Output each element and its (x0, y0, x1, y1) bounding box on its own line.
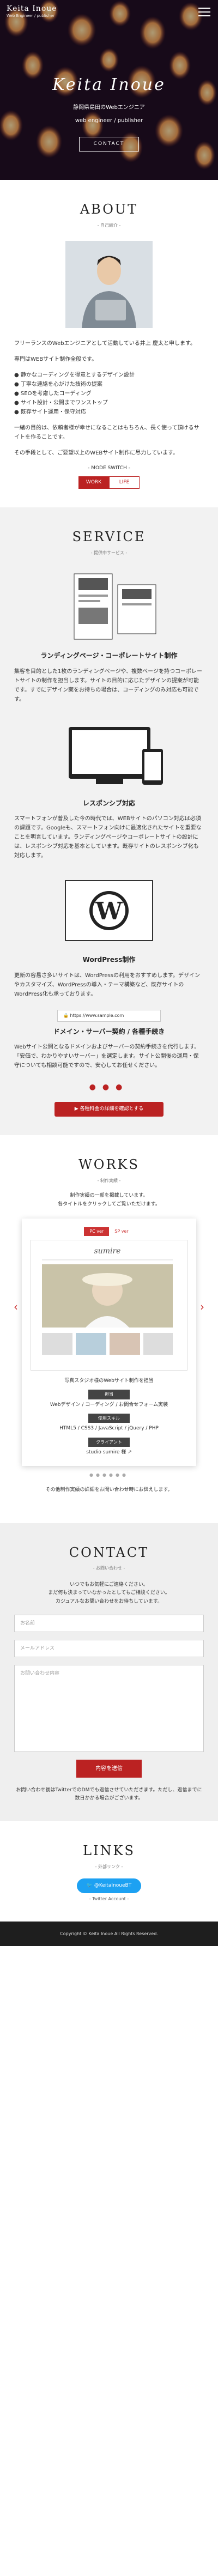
chevron-left-icon[interactable]: ‹ (12, 1300, 20, 1313)
links-title: LINKS (83, 1843, 135, 1859)
contact-section: CONTACT - お問い合わせ - いつでもお気軽にご連絡ください。まだ何も決… (0, 1523, 218, 1822)
service-heading-domain: ドメイン・サーバー契約 / 各種手続き (53, 1027, 165, 1035)
works-intro-1: 制作実績の一部を掲載しています。 (70, 1193, 148, 1199)
works-intro-2: 各タイトルをクリックしてご覧いただけます。 (58, 1201, 160, 1207)
list-item: ● SEOを考慮したコーディング (14, 391, 92, 397)
work-skill-text: HTML5 / CSS3 / JavaScript / jQuery / PHP (59, 1426, 159, 1432)
twitter-button[interactable]: 🐦 @KeitaInoueBT (76, 1878, 142, 1894)
contact-line-1: いつでもお気軽にご連絡ください。 (70, 1581, 148, 1587)
about-section: ABOUT - 自己紹介 - フリーランスのWebエンジニアとして活動している井… (0, 180, 218, 507)
links-subtitle: - 外部リンク - (95, 1864, 123, 1870)
mode-work-button[interactable]: WORK (78, 476, 109, 489)
list-item: ● 既存サイト運用・保守対応 (14, 409, 86, 416)
about-goal: 一緒の目的は、依頼者様が幸せになることはもちろん、長く使って頂けるサイトを作るこ… (14, 425, 199, 441)
external-link-icon: ↗ (128, 1450, 132, 1456)
links-section: LINKS - 外部リンク - 🐦 @KeitaInoueBT - Twitte… (0, 1821, 218, 1921)
name-field[interactable]: お名前 (14, 1614, 204, 1632)
about-strengths-list: ● 静かなコーディングを得意とするデザイン設計 ● 丁寧な連絡を心がけた技術の提… (14, 371, 204, 417)
site-brand-sub: Web Engineer / publisher (7, 13, 55, 18)
site-header: Keita Inoue Web Engineer / publisher (0, 0, 218, 28)
contact-title: CONTACT (69, 1544, 149, 1560)
send-button[interactable]: 内容を送信 (76, 1759, 142, 1778)
contact-note: お問い合わせ後はTwitterでのDMでも返信させていただきます。ただし、返信ま… (16, 1787, 202, 1802)
mode-life-button[interactable]: LIFE (109, 476, 140, 489)
twitter-icon: 🐦 (86, 1882, 94, 1888)
twitter-handle: @KeitaInoueBT (94, 1882, 132, 1888)
copyright: Copyright © Keita Inoue All Rights Reser… (60, 1931, 158, 1936)
url-sample-text: https://www.sample.com (70, 1013, 124, 1018)
contact-line-3: カジュアルなお問い合わせをお待ちしています。 (56, 1598, 162, 1604)
svg-text:W: W (95, 898, 123, 925)
work-client-name: studio sumire 様 (86, 1450, 126, 1456)
mode-switch: WORK LIFE (14, 476, 204, 489)
work-skill-tag: 使用スキル (88, 1413, 130, 1423)
profile-photo (65, 241, 153, 329)
email-field[interactable]: メールアドレス (14, 1639, 204, 1657)
mock-logo: sumire (94, 1247, 121, 1256)
works-note: その他制作実績の詳細をお問い合わせ時にお伝えします。 (45, 1487, 173, 1493)
work-screenshot[interactable]: sumire (31, 1239, 187, 1371)
footer: Copyright © Keita Inoue All Rights Reser… (0, 1921, 218, 1947)
contact-line-2: まだ何も決まっていなかったとしてもご相談ください。 (48, 1590, 170, 1596)
about-intro: フリーランスのWebエンジニアとして活動している井上 慶太と申します。 (14, 341, 196, 347)
works-section: WORKS - 制作実績 - 制作実績の一部を掲載しています。各タイトルをクリッ… (0, 1135, 218, 1523)
contact-subtitle: - お問い合わせ - (93, 1566, 125, 1571)
service-section: SERVICE - 提供中サービス - ランディングページ・コーポレートサイト制… (0, 507, 218, 1136)
work-client-tag: クライアント (88, 1437, 130, 1447)
service-text-wordpress: 更新の容易さ多いサイトは、WordPressの利用をおすすめします。デザインやカ… (14, 972, 201, 997)
hero-title: Keita Inoue (52, 75, 166, 94)
menu-icon[interactable] (198, 8, 210, 16)
about-specialty: 専門はWEBサイト制作全般です。 (14, 356, 98, 363)
tab-sp[interactable]: SP ver (109, 1227, 134, 1236)
service-heading-wordpress: WordPress制作 (82, 956, 136, 964)
twitter-caption: - Twitter Account - (89, 1896, 129, 1902)
hero-contact-button[interactable]: CONTACT (78, 137, 140, 152)
about-subtitle: - 自己紹介 - (97, 222, 121, 228)
about-title: ABOUT (80, 202, 138, 217)
work-client-text[interactable]: studio sumire 様 ↗ (31, 1448, 187, 1457)
hero-catch-jp: 静岡県島田のWebエンジニア (73, 105, 145, 111)
service-text-lp: 集客を目的とした1枚のランディングページや、複数ページを持つコーポレートサイトの… (14, 668, 202, 702)
works-subtitle: - 制作実績 - (97, 1178, 121, 1183)
list-item: ● サイト設計・公開までワンストップ (14, 400, 108, 407)
service-text-responsive: スマートフォンが普及した今の時代では、WEBサイトのパソコン対応は必須の課題です… (14, 816, 202, 859)
list-item: ● 丁寧な連絡を心がけた技術の提案 (14, 381, 102, 388)
service-price-button[interactable]: ▶ 各種料金の詳細を確認とする (55, 1101, 164, 1117)
list-item: ● 静かなコーディングを得意とするデザイン設計 (14, 372, 135, 379)
dots-divider: ●●● (89, 1082, 129, 1092)
works-title: WORKS (78, 1157, 140, 1173)
responsive-illustration-icon (14, 716, 204, 792)
lp-illustration-icon (14, 568, 204, 645)
about-method: その手段として、ご要望以上のWEBサイト制作に尽力しています。 (14, 450, 178, 457)
works-slider: ‹ › PC ver SP ver sumire 写真スタジオ様のWebサイト制… (14, 1219, 204, 1478)
lock-icon: 🔒 (63, 1013, 70, 1018)
service-title: SERVICE (72, 529, 146, 544)
work-role-tag: 担当 (88, 1390, 130, 1399)
work-role-text: Webデザイン / コーディング / お問合せフォーム実装 (50, 1402, 168, 1408)
slider-pager[interactable]: ●●●●●● (14, 1471, 204, 1479)
service-subtitle: - 提供中サービス - (90, 550, 128, 555)
mode-switch-label: - MODE SWITCH - (88, 465, 130, 471)
tab-pc[interactable]: PC ver (84, 1227, 110, 1236)
chevron-right-icon[interactable]: › (198, 1300, 206, 1313)
service-heading-responsive: レスポンシブ対応 (82, 799, 135, 807)
hero-catch-en: web engineer / publisher (75, 118, 143, 124)
wordpress-logo-icon: W (14, 872, 204, 949)
url-bar-illustration: 🔒 https://www.sample.com (57, 1009, 161, 1022)
message-field[interactable]: お問い合わせ内容 (14, 1664, 204, 1752)
works-slide: PC ver SP ver sumire 写真スタジオ様のWebサイト制作を担当… (22, 1219, 196, 1466)
service-text-domain: Webサイト公開となるドメインおよびサーバーの契約手続きを代行します。「安価で、… (14, 1044, 200, 1069)
site-brand[interactable]: Keita Inoue (7, 4, 211, 14)
service-heading-lp: ランディングページ・コーポレートサイト制作 (40, 652, 178, 660)
work-title: 写真スタジオ様のWebサイト制作を担当 (64, 1378, 154, 1384)
